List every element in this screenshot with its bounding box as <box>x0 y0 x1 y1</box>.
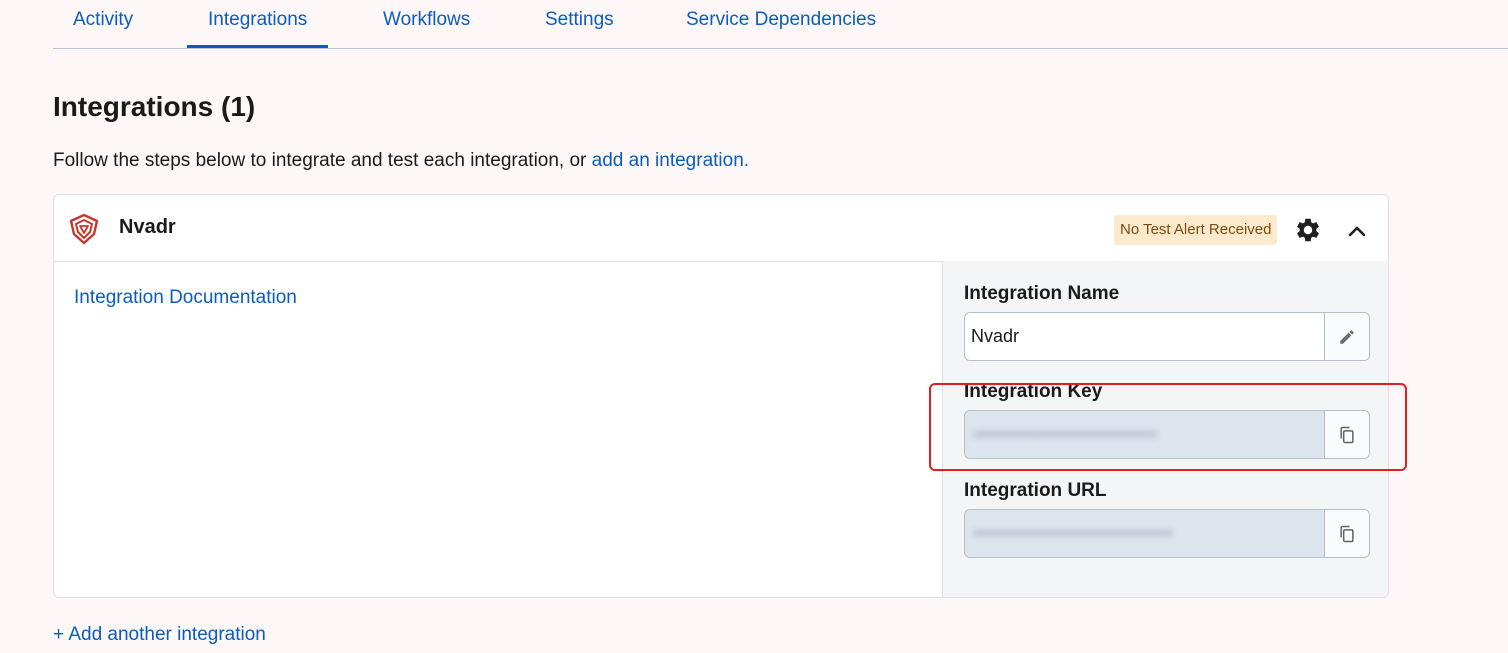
shield-logo-icon <box>69 213 99 245</box>
integration-name: Nvadr <box>119 216 176 238</box>
tab-service-dependencies[interactable]: Service Dependencies <box>686 9 876 31</box>
add-integration-link[interactable]: add an integration. <box>592 150 749 171</box>
integration-docs-pane: Integration Documentation <box>54 261 942 597</box>
intro-text: Follow the steps below to integrate and … <box>53 150 749 172</box>
copy-url-button[interactable] <box>1325 510 1369 557</box>
tab-workflows[interactable]: Workflows <box>383 9 470 31</box>
integration-url-label: Integration URL <box>964 480 1107 501</box>
integration-card-header[interactable]: Nvadr No Test Alert Received <box>54 195 1388 262</box>
integration-url-field: •••••••••••••••••••••••••••••••••••••• <box>964 509 1370 558</box>
tab-integrations[interactable]: Integrations <box>186 9 329 48</box>
integration-key-highlight <box>929 383 1407 471</box>
pencil-icon <box>1340 329 1354 344</box>
gear-icon[interactable] <box>1294 216 1322 244</box>
status-badge: No Test Alert Received <box>1114 215 1278 245</box>
integration-name-field <box>964 312 1370 361</box>
integration-name-value-box <box>965 313 1325 360</box>
tab-bar: Activity Integrations Workflows Settings… <box>53 0 1508 49</box>
integration-url-redacted: •••••••••••••••••••••••••••••••••••••• <box>973 525 1173 542</box>
edit-name-button[interactable] <box>1325 313 1369 360</box>
integration-documentation-link[interactable]: Integration Documentation <box>74 287 297 309</box>
chevron-up-icon[interactable] <box>1345 219 1369 243</box>
tab-activity[interactable]: Activity <box>73 9 133 31</box>
intro-text-body: Follow the steps below to integrate and … <box>53 150 592 171</box>
integration-name-input[interactable] <box>965 313 1324 360</box>
integration-url-value[interactable]: •••••••••••••••••••••••••••••••••••••• <box>965 510 1325 557</box>
add-another-integration-link[interactable]: + Add another integration <box>53 624 266 646</box>
page-title: Integrations (1) <box>53 91 256 122</box>
copy-icon <box>1340 525 1354 542</box>
integration-name-label: Integration Name <box>964 283 1120 304</box>
tab-settings[interactable]: Settings <box>545 9 614 31</box>
